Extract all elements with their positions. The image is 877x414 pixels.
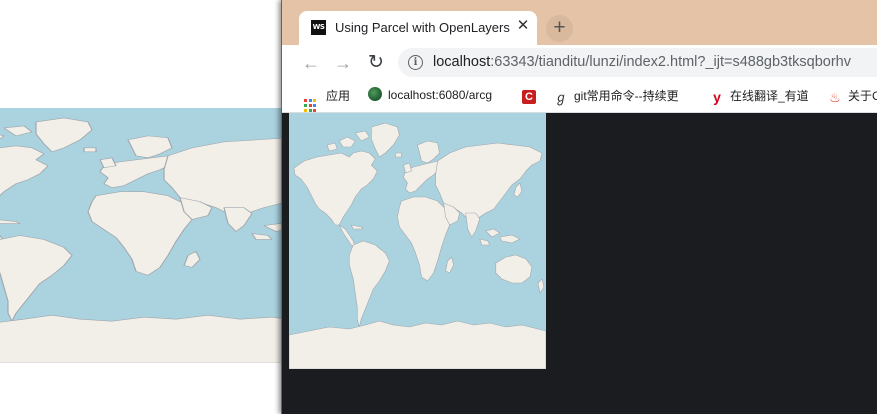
- bookmarks-bar: 应用 localhost:6080/arcg C ℊ git常用命令--持续更 y…: [282, 81, 877, 113]
- forward-arrow-icon[interactable]: →: [332, 52, 354, 74]
- bookmark-label: localhost:6080/arcg: [388, 88, 493, 102]
- address-bar[interactable]: i localhost:63343/tianditu/lunzi/index2.…: [398, 48, 877, 77]
- bookmark-git[interactable]: ℊ git常用命令--持续更: [554, 87, 679, 105]
- new-tab-button[interactable]: +: [546, 15, 573, 42]
- browser-window: WS Using Parcel with OpenLayers ✕ + ← → …: [281, 0, 877, 414]
- bookmark-fire[interactable]: ♨ 关于C: [828, 87, 877, 105]
- url-host: localhost: [433, 54, 491, 70]
- git-icon: ℊ: [554, 90, 568, 105]
- tab-strip: WS Using Parcel with OpenLayers ✕ +: [282, 0, 877, 45]
- url-text[interactable]: localhost:63343/tianditu/lunzi/index2.ht…: [433, 54, 851, 70]
- webstorm-favicon-icon: WS: [311, 20, 326, 35]
- tab-title: Using Parcel with OpenLayers: [335, 20, 510, 35]
- url-path: :63343/tianditu/lunzi/index2.html?_ijt=s…: [490, 54, 851, 70]
- background-map-tiles: [0, 108, 290, 363]
- bookmark-label: git常用命令--持续更: [574, 89, 679, 103]
- bookmark-label: 应用: [326, 89, 351, 103]
- back-arrow-icon[interactable]: ←: [300, 52, 322, 74]
- close-tab-icon[interactable]: ✕: [515, 18, 531, 34]
- page-content: [289, 113, 877, 414]
- bookmark-apps[interactable]: 应用: [304, 87, 351, 113]
- youdao-icon: y: [713, 89, 721, 105]
- bookmark-label: 关于C: [848, 89, 877, 103]
- openlayers-map[interactable]: [289, 113, 546, 369]
- browser-toolbar: ← → ↻ i localhost:63343/tianditu/lunzi/i…: [282, 45, 877, 81]
- bookmark-youdao[interactable]: y 在线翻译_有道: [710, 87, 809, 105]
- reload-icon[interactable]: ↻: [365, 52, 387, 74]
- apps-grid-icon: [304, 99, 318, 113]
- bookmark-label: 在线翻译_有道: [730, 89, 809, 103]
- map-tile: [289, 113, 546, 369]
- fire-icon: ♨: [829, 90, 841, 105]
- c-icon: C: [522, 90, 536, 104]
- browser-tab[interactable]: WS Using Parcel with OpenLayers ✕: [299, 11, 537, 45]
- bookmark-arcgis[interactable]: localhost:6080/arcg: [368, 87, 492, 105]
- background-world-map[interactable]: [0, 108, 290, 363]
- bookmark-c[interactable]: C: [522, 87, 542, 105]
- site-info-icon[interactable]: i: [408, 55, 423, 70]
- globe-icon: [368, 87, 382, 101]
